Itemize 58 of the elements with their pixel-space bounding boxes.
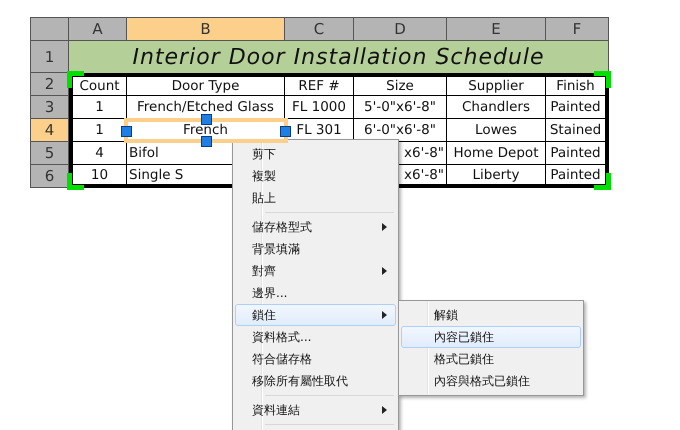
table-cell[interactable]: Stained [546,119,609,142]
row-header[interactable]: 5 [31,142,69,165]
table-cell[interactable]: 4 [69,142,127,165]
range-corner-handle[interactable] [594,71,611,88]
submenu-arrow-icon [382,223,387,231]
menu-item[interactable]: 貼上 [235,187,396,209]
column-header[interactable]: A [69,18,127,41]
table-cell[interactable]: Supplier [447,73,546,96]
submenu-arrow-icon [382,267,387,275]
table-cell[interactable]: FL 1000 [285,96,354,119]
menu-item[interactable]: 邊界... [235,282,396,304]
menu-item[interactable]: 資料連結 [235,399,396,421]
column-header[interactable]: E [447,18,546,41]
table-cell[interactable]: 10 [69,165,127,188]
table-cell[interactable]: Door Type [127,73,285,96]
table-cell[interactable]: Painted [546,165,609,188]
resize-handle[interactable] [201,114,212,125]
table-cell[interactable]: Size [354,73,447,96]
row-header[interactable]: 2 [31,73,69,96]
table-cell[interactable]: Count [69,73,127,96]
resize-handle[interactable] [121,126,132,136]
column-header[interactable]: F [546,18,609,41]
range-corner-handle[interactable] [67,173,84,190]
menu-item[interactable]: 符合儲存格 [235,348,396,370]
resize-handle[interactable] [201,136,212,147]
submenu-arrow-icon [382,311,387,319]
sheet-title: Interior Door Installation Schedule [69,41,609,73]
menu-item[interactable]: 背景填滿 [235,238,396,260]
table-cell[interactable]: Chandlers [447,96,546,119]
menu-item[interactable]: 鎖住 [235,304,396,326]
corner-header[interactable] [31,18,69,41]
table-cell[interactable]: Painted [546,96,609,119]
table-cell[interactable]: 1 [69,96,127,119]
menu-item[interactable]: 內容與格式已鎖住 [401,370,581,392]
table-cell[interactable]: Home Depot [447,142,546,165]
menu-item[interactable]: 內容已鎖住 [401,326,581,348]
table-cell[interactable]: 5'-0"x6'-8" [354,96,447,119]
row-header[interactable]: 4 [31,119,69,142]
column-header[interactable]: B [127,18,285,41]
menu-item[interactable]: 移除所有屬性取代 [235,370,396,392]
menu-item[interactable]: 對齊 [235,260,396,282]
menu-item[interactable]: 解鎖 [401,304,581,326]
column-header[interactable]: D [354,18,447,41]
table-cell[interactable]: 1 [69,119,127,142]
row-header[interactable]: 3 [31,96,69,119]
column-header[interactable]: C [285,18,354,41]
table-cell[interactable]: Liberty [447,165,546,188]
table-cell[interactable]: Finish [546,73,609,96]
row-header[interactable]: 1 [31,41,69,73]
row-header[interactable]: 6 [31,165,69,188]
menu-item[interactable]: 儲存格型式 [235,216,396,238]
table-cell[interactable]: Painted [546,142,609,165]
menu-item[interactable]: 格式已鎖住 [401,348,581,370]
table-cell[interactable]: Lowes [447,119,546,142]
menu-item[interactable]: 資料格式... [235,326,396,348]
table-cell[interactable]: REF # [285,73,354,96]
resize-handle[interactable] [280,126,291,136]
submenu-arrow-icon [382,406,387,414]
